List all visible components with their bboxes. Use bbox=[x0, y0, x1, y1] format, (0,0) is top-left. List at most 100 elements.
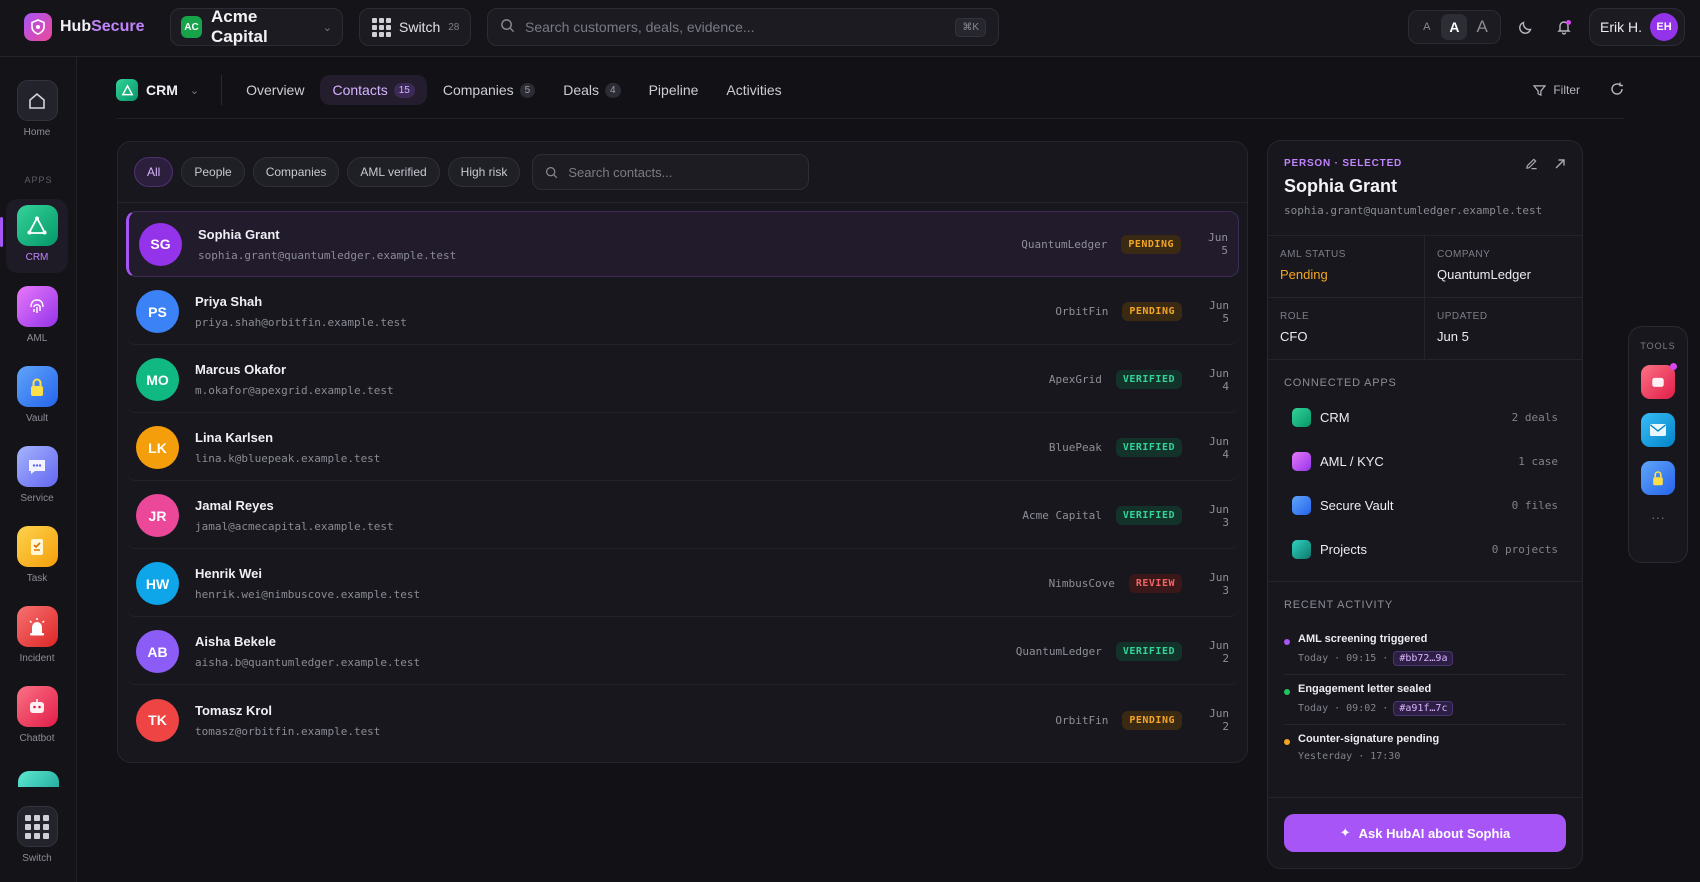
tools-label: TOOLS bbox=[1640, 341, 1676, 351]
tab-overview[interactable]: Overview bbox=[234, 75, 316, 105]
activity-item[interactable]: Counter-signature pending Yesterday · 17… bbox=[1284, 725, 1566, 770]
more-app-icon bbox=[18, 771, 59, 787]
rail-label-aml: AML bbox=[26, 333, 48, 344]
status-badge: VERIFIED bbox=[1115, 642, 1182, 661]
avatar: PS bbox=[136, 290, 179, 333]
table-row[interactable]: MO Marcus Okafor m.okafor@apexgrid.exampl… bbox=[126, 347, 1239, 413]
detail-name: Sophia Grant bbox=[1284, 176, 1398, 196]
tab-pipeline[interactable]: Pipeline bbox=[637, 75, 711, 105]
table-row[interactable]: LK Lina Karlsen lina.k@bluepeak.example.t… bbox=[126, 415, 1239, 481]
org-switcher[interactable]: AC Acme Capital ⌄ bbox=[170, 7, 343, 46]
user-menu[interactable]: Erik H. EH bbox=[1589, 8, 1685, 46]
table-row[interactable]: TK Tomasz Krol tomasz@orbitfin.example.te… bbox=[126, 687, 1239, 753]
connected-app-projects[interactable]: Projects 0 projects bbox=[1268, 527, 1582, 571]
chevron-down-icon: ⌄ bbox=[189, 84, 200, 97]
rail-label-task: Task bbox=[26, 573, 48, 584]
moon-icon[interactable] bbox=[1516, 17, 1536, 37]
lock-icon[interactable] bbox=[1641, 461, 1675, 495]
connected-app-aml[interactable]: AML / KYC 1 case bbox=[1268, 439, 1582, 483]
rail-item-task[interactable]: Task bbox=[6, 520, 68, 584]
font-size-medium-button[interactable]: A bbox=[1441, 14, 1468, 40]
chip-people[interactable]: People bbox=[181, 157, 245, 187]
chatbot-icon bbox=[16, 686, 58, 727]
global-search[interactable]: ⌘K bbox=[487, 8, 999, 46]
bell-icon[interactable] bbox=[1554, 17, 1574, 37]
chip-aml-verified[interactable]: AML verified bbox=[347, 157, 440, 187]
table-row[interactable]: PS Priya Shah priya.shah@orbitfin.example… bbox=[126, 279, 1239, 345]
table-row[interactable]: HW Henrik Wei henrik.wei@nimbuscove.examp… bbox=[126, 551, 1239, 617]
tab-companies[interactable]: Companies 5 bbox=[431, 75, 547, 105]
font-size-small-button[interactable]: A bbox=[1414, 14, 1440, 40]
connected-app-crm[interactable]: CRM 2 deals bbox=[1268, 395, 1582, 439]
fingerprint-icon bbox=[16, 286, 58, 327]
rail-item-vault[interactable]: Vault bbox=[6, 360, 68, 424]
lock-icon bbox=[16, 366, 58, 407]
recent-activity: RECENT ACTIVITY AML screening triggered … bbox=[1268, 582, 1582, 770]
search-icon bbox=[546, 166, 558, 178]
fact-company: COMPANY QuantumLedger bbox=[1425, 236, 1582, 298]
rail-item-incident[interactable]: Incident bbox=[6, 600, 68, 664]
status-badge: PENDING bbox=[1122, 302, 1182, 321]
mail-icon[interactable] bbox=[1641, 413, 1675, 447]
filter-icon bbox=[1533, 84, 1547, 96]
brand[interactable]: HubSecure bbox=[24, 13, 144, 41]
chip-high-risk[interactable]: High risk bbox=[447, 157, 521, 187]
contact-email: m.okafor@apexgrid.example.test bbox=[195, 384, 394, 397]
font-size-toggle: A A A bbox=[1408, 10, 1501, 44]
external-link-icon[interactable] bbox=[1554, 157, 1566, 173]
contact-search-input[interactable] bbox=[568, 164, 797, 180]
contact-company: QuantumLedger bbox=[1021, 237, 1108, 251]
section-title: CONNECTED APPS bbox=[1284, 377, 1397, 389]
edit-icon[interactable] bbox=[1525, 157, 1538, 173]
app-switch-button[interactable]: Switch 28 bbox=[359, 8, 471, 46]
rail-item-switch[interactable]: Switch bbox=[6, 800, 68, 864]
chatbot-tool-icon[interactable] bbox=[1641, 363, 1677, 399]
more-icon[interactable]: ··· bbox=[1651, 509, 1665, 525]
avatar: JR bbox=[136, 494, 179, 537]
chip-all[interactable]: All bbox=[134, 157, 174, 187]
rail-item-partial[interactable] bbox=[18, 771, 59, 787]
filter-button[interactable]: Filter bbox=[1533, 83, 1580, 97]
rail-section-label: APPS bbox=[24, 175, 53, 185]
status-badge: VERIFIED bbox=[1115, 370, 1182, 389]
connected-app-vault[interactable]: Secure Vault 0 files bbox=[1268, 483, 1582, 527]
table-row[interactable]: JR Jamal Reyes jamal@acmecapital.example.… bbox=[126, 483, 1239, 549]
table-row[interactable]: AB Aisha Bekele aisha.b@quantumledger.exa… bbox=[126, 619, 1239, 685]
font-size-large-button[interactable]: A bbox=[1469, 14, 1495, 40]
projects-icon bbox=[1292, 539, 1311, 559]
crm-app-menu[interactable]: CRM ⌄ bbox=[116, 75, 223, 105]
chip-companies[interactable]: Companies bbox=[252, 157, 340, 187]
contact-name: Henrik Wei bbox=[195, 566, 262, 581]
rail-item-home[interactable]: Home bbox=[6, 74, 68, 138]
contact-date: Jun 3 bbox=[1209, 502, 1229, 529]
rail-item-aml[interactable]: AML bbox=[6, 280, 68, 344]
tab-activities[interactable]: Activities bbox=[714, 75, 793, 105]
hash-badge[interactable]: #bb72…9a bbox=[1393, 651, 1454, 666]
divider bbox=[116, 118, 1624, 119]
global-search-input[interactable] bbox=[525, 19, 946, 35]
contact-email: tomasz@orbitfin.example.test bbox=[195, 724, 381, 738]
user-name: Erik H. bbox=[1600, 19, 1642, 35]
rail-label-service: Service bbox=[20, 493, 54, 504]
table-row[interactable]: SG Sophia Grant sophia.grant@quantumledge… bbox=[126, 211, 1239, 277]
fact-aml-status: AML STATUS Pending bbox=[1268, 236, 1425, 298]
ask-hubai-button[interactable]: ✦ Ask HubAI about Sophia bbox=[1284, 814, 1566, 852]
org-name: Acme Capital bbox=[211, 7, 268, 46]
contact-date: Jun 2 bbox=[1209, 638, 1229, 665]
rail-item-service[interactable]: Service bbox=[6, 440, 68, 504]
refresh-icon[interactable] bbox=[1610, 82, 1624, 99]
activity-item[interactable]: Engagement letter sealed Today · 09:02 ·… bbox=[1284, 675, 1566, 725]
rail-item-crm[interactable]: CRM bbox=[0, 199, 68, 273]
rail-label-switch: Switch bbox=[22, 853, 52, 864]
hash-badge[interactable]: #a91f…7c bbox=[1393, 701, 1454, 716]
tab-contacts[interactable]: Contacts 15 bbox=[320, 75, 427, 105]
status-badge: VERIFIED bbox=[1115, 506, 1182, 525]
crm-icon bbox=[1292, 407, 1311, 427]
activity-item[interactable]: AML screening triggered Today · 09:15 · #… bbox=[1284, 625, 1566, 675]
tab-deals[interactable]: Deals 4 bbox=[551, 75, 632, 105]
contact-email: aisha.b@quantumledger.example.test bbox=[195, 656, 421, 669]
lock-icon bbox=[1292, 495, 1311, 515]
contact-company: NimbusCove bbox=[1048, 577, 1115, 590]
contact-search[interactable] bbox=[532, 154, 810, 190]
rail-item-chatbot[interactable]: Chatbot bbox=[6, 680, 68, 744]
